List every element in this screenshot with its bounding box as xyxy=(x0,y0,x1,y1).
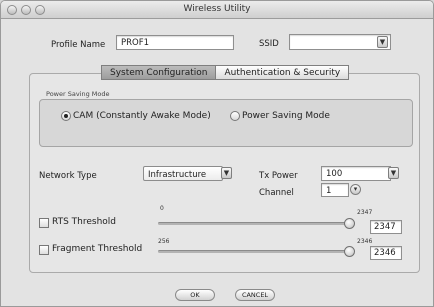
power-saving-radio[interactable] xyxy=(230,111,240,121)
fragment-min-label: 256 xyxy=(158,238,170,245)
cancel-button[interactable]: CANCEL xyxy=(235,289,275,301)
ssid-label: SSID xyxy=(259,39,279,49)
title-bar: Wireless Utility xyxy=(1,1,433,19)
network-type-dropdown-button[interactable]: ▼ xyxy=(221,167,232,179)
chevron-down-icon: ▾ xyxy=(353,185,358,193)
fragment-max-label: 2346 xyxy=(357,238,373,245)
rts-max-label: 2347 xyxy=(357,209,373,216)
rts-threshold-label: RTS Threshold xyxy=(52,217,117,227)
fragment-slider-thumb[interactable] xyxy=(344,246,355,257)
network-type-value: Infrastructure xyxy=(148,170,207,180)
network-type-label: Network Type xyxy=(39,171,97,181)
tx-power-dropdown-button[interactable]: ▼ xyxy=(388,167,399,179)
chevron-down-icon: ▼ xyxy=(379,38,386,46)
window-title: Wireless Utility xyxy=(183,4,251,14)
ok-button[interactable]: OK xyxy=(175,289,215,301)
tx-power-label: Tx Power xyxy=(259,171,298,181)
channel-field[interactable]: 1 xyxy=(321,183,349,197)
network-type-select[interactable]: Infrastructure xyxy=(143,166,223,181)
wireless-utility-window: Wireless Utility Profile Name PROF1 SSID… xyxy=(0,0,434,307)
power-saving-radio-label[interactable]: Power Saving Mode xyxy=(242,111,330,121)
tab-authentication-security[interactable]: Authentication & Security xyxy=(216,65,350,80)
tab-bar: System Configuration Authentication & Se… xyxy=(101,65,350,80)
ssid-dropdown-button[interactable]: ▼ xyxy=(377,36,388,48)
fragment-threshold-label: Fragment Threshold xyxy=(52,244,143,254)
ssid-combobox[interactable] xyxy=(289,34,391,50)
rts-value-field[interactable]: 2347 xyxy=(370,220,402,234)
rts-threshold-checkbox[interactable] xyxy=(39,218,49,228)
chevron-down-icon: ▼ xyxy=(390,169,397,177)
fragment-slider-track[interactable] xyxy=(158,250,354,253)
channel-stepper-button[interactable]: ▾ xyxy=(350,184,361,195)
fragment-value-field[interactable]: 2346 xyxy=(370,246,402,260)
channel-label: Channel xyxy=(259,188,294,198)
profile-name-field[interactable]: PROF1 xyxy=(116,35,234,50)
tx-power-field[interactable]: 100 xyxy=(321,166,391,181)
fragment-threshold-checkbox[interactable] xyxy=(39,245,49,255)
rts-slider-track[interactable] xyxy=(158,222,354,225)
power-saving-group-title: Power Saving Mode xyxy=(45,90,111,98)
cam-radio[interactable] xyxy=(61,111,71,121)
rts-min-label: 0 xyxy=(160,205,164,212)
profile-name-label: Profile Name xyxy=(51,40,106,50)
chevron-down-icon: ▼ xyxy=(223,169,230,177)
power-saving-group xyxy=(39,99,413,147)
rts-slider-thumb[interactable] xyxy=(344,218,355,229)
tab-system-configuration[interactable]: System Configuration xyxy=(101,65,217,80)
cam-radio-label[interactable]: CAM (Constantly Awake Mode) xyxy=(73,111,211,121)
